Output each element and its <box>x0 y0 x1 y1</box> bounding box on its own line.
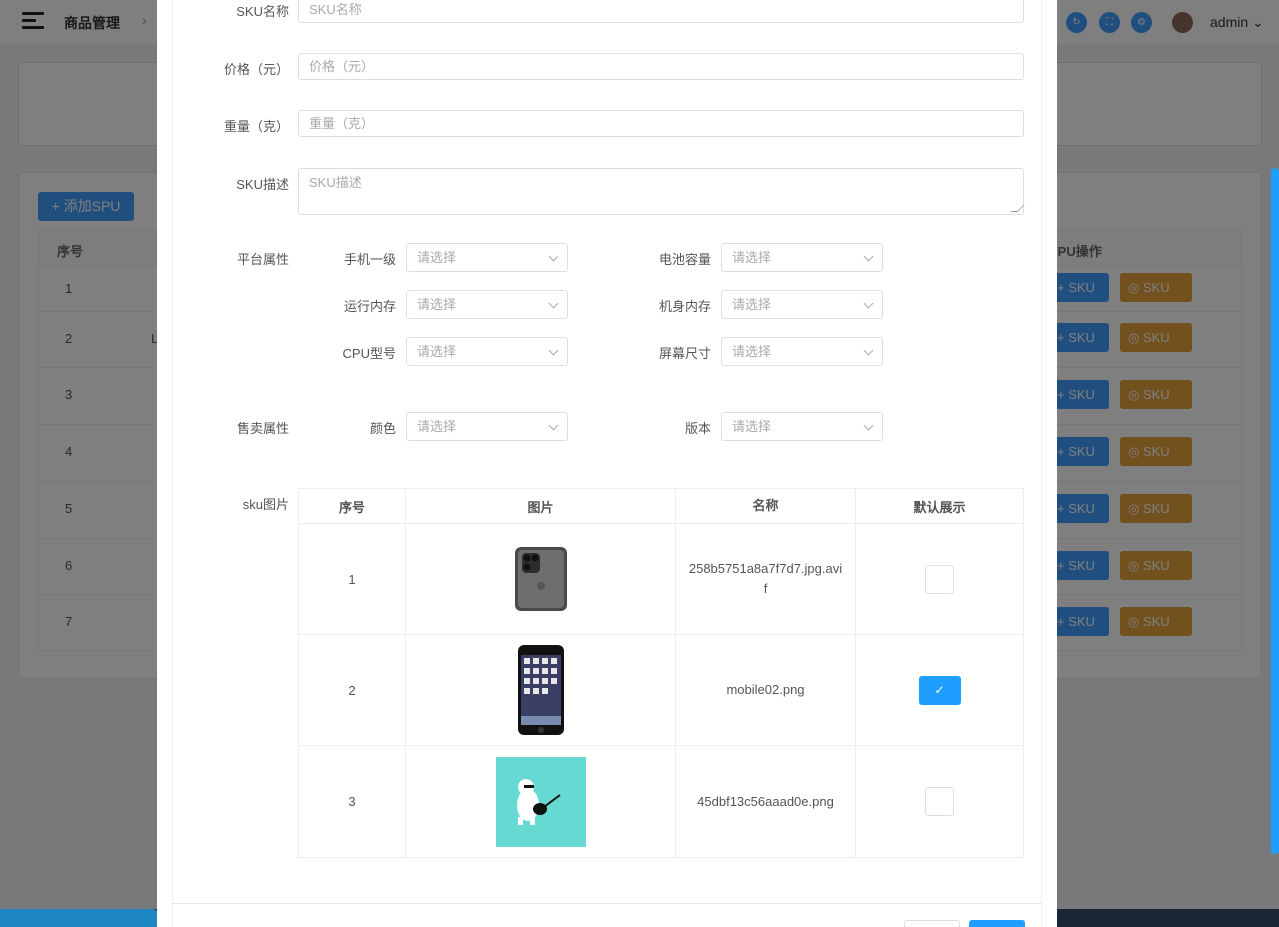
header-name: 名称 <box>676 489 856 523</box>
attr-select[interactable]: 请选择 <box>406 243 568 272</box>
image-cell <box>406 635 676 745</box>
attr-select[interactable]: 请选择 <box>721 412 883 441</box>
attr-label: 运行内存 <box>343 299 396 314</box>
scrollbar[interactable] <box>1271 168 1279 854</box>
row-index: 3 <box>299 746 406 857</box>
header-image: 图片 <box>406 489 676 523</box>
attr-label: 屏幕尺寸 <box>658 346 711 361</box>
price-label: 价格（元） <box>223 62 289 77</box>
row-index: 2 <box>299 635 406 745</box>
select-value: 请选择 <box>732 344 772 359</box>
select-value: 请选择 <box>732 419 772 434</box>
dialog-footer-divider <box>172 903 1042 904</box>
attr-select[interactable]: 请选择 <box>406 290 568 319</box>
sku-desc-label: SKU描述 <box>236 177 289 192</box>
attr-select[interactable]: 请选择 <box>406 412 568 441</box>
price-input[interactable]: 价格（元） <box>298 53 1024 80</box>
select-value: 请选择 <box>417 419 457 434</box>
image-name: mobile02.png <box>676 635 856 745</box>
select-value: 请选择 <box>417 297 457 312</box>
select-value: 请选择 <box>732 250 772 265</box>
phone-image <box>514 547 567 611</box>
default-cell: ✓ <box>856 635 1023 745</box>
attr-label: CPU型号 <box>342 346 396 361</box>
image-name: 258b5751a8a7f7d7.jpg.avif <box>676 524 856 634</box>
default-cell <box>856 524 1023 634</box>
attr-label: 机身内存 <box>658 299 711 314</box>
resize-handle-icon[interactable] <box>1010 205 1025 212</box>
sku-name-label: SKU名称 <box>236 4 289 19</box>
table-row: 2 mobile02.png ✓ <box>299 635 1023 746</box>
chevron-down-icon <box>863 345 874 356</box>
sku-desc-placeholder: SKU描述 <box>309 175 362 190</box>
select-value: 请选择 <box>732 297 772 312</box>
sku-image-label: sku图片 <box>242 497 289 512</box>
chevron-down-icon <box>548 251 559 262</box>
weight-input[interactable]: 重量（克） <box>298 110 1024 137</box>
attr-select[interactable]: 请选择 <box>406 337 568 366</box>
image-name: 45dbf13c56aaad0e.png <box>676 746 856 857</box>
sku-desc-textarea[interactable]: SKU描述 <box>298 168 1025 215</box>
attr-select[interactable]: 请选择 <box>721 290 883 319</box>
attr-label: 手机一级 <box>343 252 396 267</box>
default-cell <box>856 746 1023 857</box>
table-row: 3 45dbf13c56aaad0e.png <box>299 746 1023 857</box>
image-cell <box>406 746 676 857</box>
select-value: 请选择 <box>417 250 457 265</box>
attr-select[interactable]: 请选择 <box>721 243 883 272</box>
header-index: 序号 <box>299 489 406 523</box>
header-default: 默认展示 <box>913 499 966 515</box>
weight-label: 重量（克） <box>223 119 289 134</box>
chevron-down-icon <box>863 420 874 431</box>
cancel-button[interactable] <box>904 920 960 927</box>
add-sku-dialog: SKU名称 SKU名称 价格（元） 价格（元） 重量（克） 重量（克） SKU描… <box>157 0 1057 927</box>
confirm-button[interactable] <box>969 920 1025 927</box>
attr-label: 颜色 <box>369 421 396 436</box>
attr-label: 电池容量 <box>658 252 711 267</box>
chevron-down-icon <box>548 420 559 431</box>
sku-name-input[interactable]: SKU名称 <box>298 0 1024 23</box>
table-row: 1 258b5751a8a7f7d7.jpg.avif <box>299 524 1023 635</box>
row-index: 1 <box>299 524 406 634</box>
default-checkbox[interactable] <box>925 564 954 594</box>
platform-attr-label: 平台属性 <box>236 252 289 267</box>
phone-image <box>517 645 564 735</box>
chevron-down-icon <box>863 298 874 309</box>
select-value: 请选择 <box>417 344 457 359</box>
chevron-down-icon <box>548 298 559 309</box>
taskbar-accent <box>0 909 160 927</box>
attr-label: 版本 <box>684 421 711 436</box>
mascot-image <box>495 756 586 847</box>
default-checked-button[interactable]: ✓ <box>918 675 961 705</box>
sale-attr-label: 售卖属性 <box>236 421 289 436</box>
default-checkbox[interactable] <box>925 787 954 816</box>
table-header: 序号 图片 名称 默认展示 <box>299 489 1023 524</box>
attr-select[interactable]: 请选择 <box>721 337 883 366</box>
chevron-down-icon <box>548 345 559 356</box>
chevron-down-icon <box>863 251 874 262</box>
image-cell <box>406 524 676 634</box>
sku-image-table: 序号 图片 名称 默认展示 1 258b5751a8a7f7d7.jpg.avi… <box>298 488 1024 858</box>
